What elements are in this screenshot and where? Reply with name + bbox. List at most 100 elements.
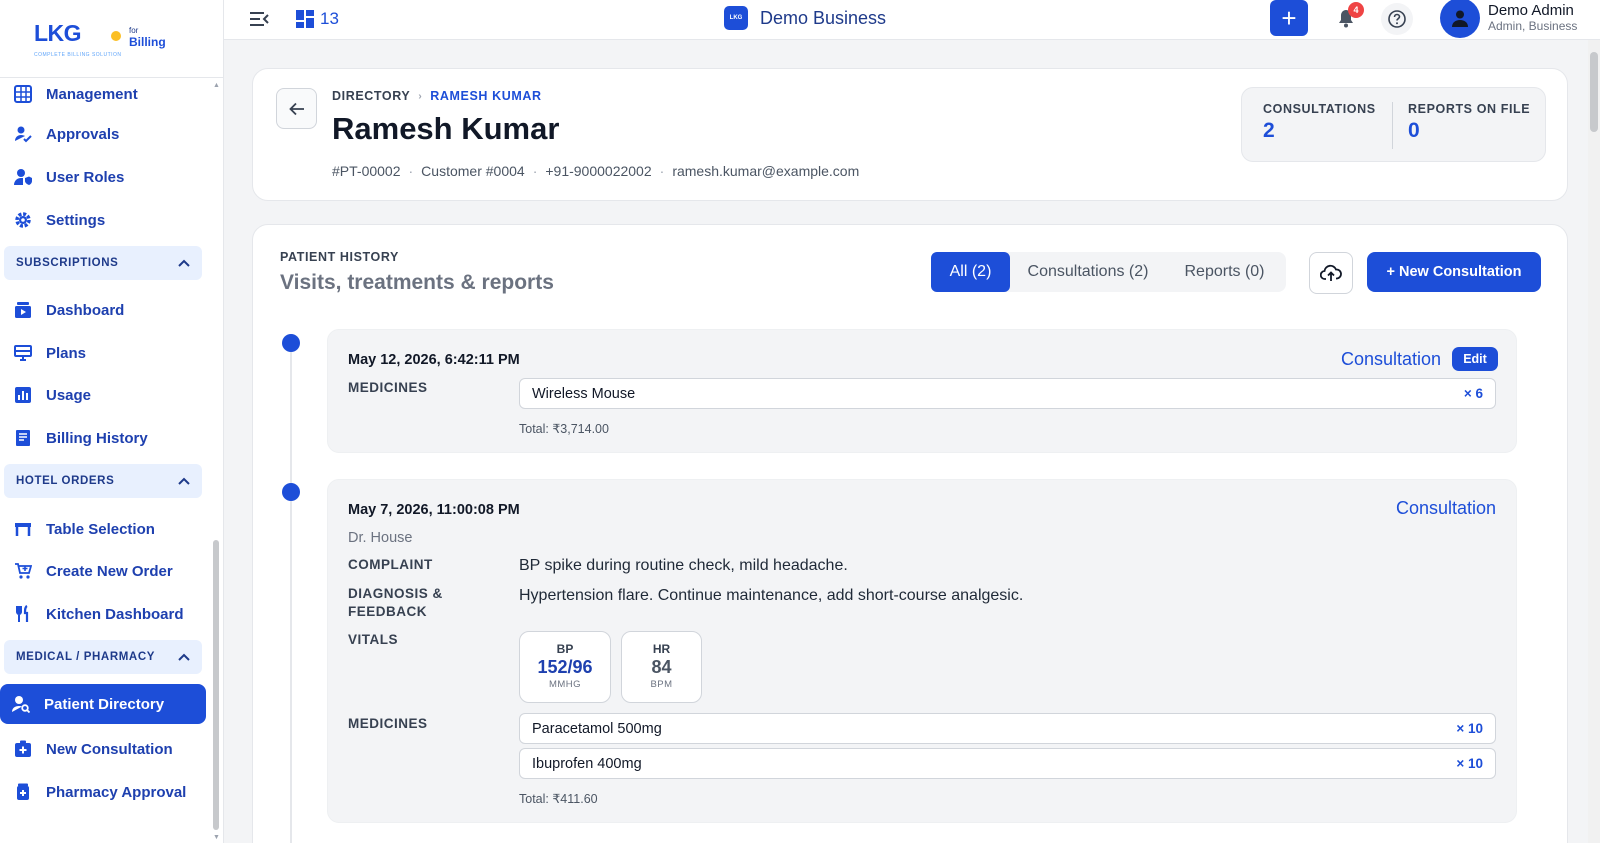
meta-separator: · xyxy=(532,163,538,179)
meta-separator: · xyxy=(408,163,414,179)
top-bar: 13 LKG Demo Business + 4 Demo Admin Admi… xyxy=(224,0,1600,40)
medicine-item: Wireless Mouse × 6 xyxy=(519,378,1496,409)
sidebar-item-management[interactable]: Management xyxy=(8,78,206,114)
chevron-up-icon xyxy=(178,653,190,661)
sidebar-item-dashboard[interactable]: Dashboard xyxy=(8,290,206,330)
vital-key: BP xyxy=(556,642,574,656)
sidebar-item-label: Table Selection xyxy=(46,520,155,538)
user-check-icon xyxy=(14,125,32,143)
history-entry: May 12, 2026, 6:42:11 PM Consultation Ed… xyxy=(327,329,1517,453)
sidebar-item-billing-history[interactable]: Billing History xyxy=(8,418,206,458)
vital-card-hr: HR 84 BPM xyxy=(621,631,702,703)
entry-date: May 7, 2026, 11:00:08 PM xyxy=(348,502,520,518)
stat-reports: REPORTS ON FILE 0 xyxy=(1408,102,1530,143)
history-title: Visits, treatments & reports xyxy=(280,271,554,294)
diagnosis-label: DIAGNOSIS & FEEDBACK xyxy=(348,585,443,621)
cart-add-icon xyxy=(14,562,32,580)
edit-button[interactable]: Edit xyxy=(1452,347,1498,371)
scroll-up-arrow-icon[interactable]: ▲ xyxy=(213,82,220,89)
shield-user-icon xyxy=(14,168,32,186)
section-hotel-orders[interactable]: HOTEL ORDERS xyxy=(4,464,202,498)
breadcrumb: DIRECTORY › RAMESH KUMAR xyxy=(332,89,542,103)
breadcrumb-directory[interactable]: DIRECTORY xyxy=(332,89,410,103)
business-switcher[interactable]: LKG Demo Business xyxy=(724,6,886,30)
page-title: Ramesh Kumar xyxy=(332,111,560,146)
user-icon xyxy=(1452,10,1468,27)
tab-consultations[interactable]: Consultations (2) xyxy=(1013,252,1163,292)
meta-separator: · xyxy=(659,163,665,179)
scroll-down-arrow-icon[interactable]: ▼ xyxy=(213,834,220,841)
history-kicker: PATIENT HISTORY xyxy=(280,250,399,264)
new-consultation-button[interactable]: + New Consultation xyxy=(1367,252,1541,292)
bar-chart-icon xyxy=(14,386,32,404)
brand-logo[interactable]: LKG for Billing COMPLETE BILLING SOLUTIO… xyxy=(0,0,224,78)
sidebar: LKG for Billing COMPLETE BILLING SOLUTIO… xyxy=(0,0,224,843)
sidebar-item-user-roles[interactable]: User Roles xyxy=(8,157,206,197)
help-icon[interactable] xyxy=(1381,3,1413,35)
sidebar-item-settings[interactable]: Settings xyxy=(8,200,206,240)
patient-history-card: PATIENT HISTORY Visits, treatments & rep… xyxy=(252,224,1568,843)
vitals-label: VITALS xyxy=(348,632,398,647)
sidebar-item-pharmacy-approval[interactable]: Pharmacy Approval xyxy=(8,772,206,812)
utensils-icon xyxy=(14,605,32,623)
sidebar-item-create-new-order[interactable]: Create New Order xyxy=(8,551,206,591)
sidebar-item-kitchen-dashboard[interactable]: Kitchen Dashboard xyxy=(8,594,206,634)
collapse-menu-icon[interactable] xyxy=(248,8,270,30)
sidebar-item-label: Kitchen Dashboard xyxy=(46,605,184,623)
vitals-group: BP 152/96 MMHG HR 84 BPM xyxy=(519,631,719,703)
sidebar-item-table-selection[interactable]: Table Selection xyxy=(8,509,206,549)
user-menu[interactable]: Demo Admin Admin, Business xyxy=(1488,2,1577,33)
section-subscriptions[interactable]: SUBSCRIPTIONS xyxy=(4,246,202,280)
sidebar-item-label: Approvals xyxy=(46,125,120,143)
medicine-quantity: × 6 xyxy=(1463,386,1483,401)
apps-count: 13 xyxy=(320,9,339,28)
tab-all[interactable]: All (2) xyxy=(931,252,1010,292)
sidebar-item-usage[interactable]: Usage xyxy=(8,375,206,415)
section-label: MEDICAL / PHARMACY xyxy=(16,651,156,663)
vital-value: 152/96 xyxy=(537,657,593,677)
logo-billing-text: Billing xyxy=(129,35,166,49)
page-scrollbar-thumb[interactable] xyxy=(1590,52,1598,132)
back-button[interactable] xyxy=(276,88,317,129)
plus-icon: + xyxy=(1281,3,1297,33)
page-scrollbar[interactable] xyxy=(1588,40,1600,843)
receipt-icon xyxy=(14,429,32,447)
patient-header-card: DIRECTORY › RAMESH KUMAR Ramesh Kumar #P… xyxy=(252,68,1568,201)
section-medical-pharmacy[interactable]: MEDICAL / PHARMACY xyxy=(4,640,202,674)
sidebar-scrollbar[interactable] xyxy=(213,540,219,830)
history-entry: May 7, 2026, 11:00:08 PM Consultation Dr… xyxy=(327,479,1517,823)
patient-phone: +91-9000022002 xyxy=(545,163,652,179)
entry-type: Consultation xyxy=(1341,349,1442,369)
upload-report-button[interactable] xyxy=(1309,252,1353,294)
quick-add-button[interactable]: + xyxy=(1270,0,1308,36)
chevron-up-icon xyxy=(178,259,190,267)
tab-reports[interactable]: Reports (0) xyxy=(1171,252,1278,292)
medical-plus-icon xyxy=(14,740,32,758)
sidebar-item-label: Management xyxy=(46,85,138,103)
sidebar-item-new-consultation[interactable]: New Consultation xyxy=(8,729,206,769)
sidebar-item-label: Pharmacy Approval xyxy=(46,783,187,801)
complaint-label: COMPLAINT xyxy=(348,557,433,572)
arrow-left-icon xyxy=(288,102,304,115)
table-icon xyxy=(14,520,32,538)
sidebar-item-label: User Roles xyxy=(46,168,125,186)
business-name: Demo Business xyxy=(760,7,887,28)
sidebar-item-patient-directory[interactable]: Patient Directory xyxy=(0,684,206,724)
sidebar-item-plans[interactable]: Plans xyxy=(8,333,206,373)
notification-badge: 4 xyxy=(1348,2,1364,18)
avatar[interactable] xyxy=(1440,0,1480,38)
grid-icon xyxy=(296,10,314,28)
sidebar-item-label: Usage xyxy=(46,386,92,404)
vital-card-bp: BP 152/96 MMHG xyxy=(519,631,611,703)
stat-label: REPORTS ON FILE xyxy=(1408,102,1531,116)
timeline-dot xyxy=(282,334,300,352)
breadcrumb-separator-icon: › xyxy=(418,90,423,102)
sidebar-item-approvals[interactable]: Approvals xyxy=(8,114,206,154)
breadcrumb-current: RAMESH KUMAR xyxy=(430,89,542,103)
history-filter-tabs: All (2) Consultations (2) Reports (0) xyxy=(931,252,1286,292)
apps-grid-button[interactable]: 13 xyxy=(296,9,339,29)
diagnosis-label-line-2: FEEDBACK xyxy=(348,604,428,619)
monitor-icon xyxy=(14,344,32,362)
logo-tagline: COMPLETE BILLING SOLUTION xyxy=(34,52,122,58)
management-grid-icon xyxy=(14,85,32,103)
